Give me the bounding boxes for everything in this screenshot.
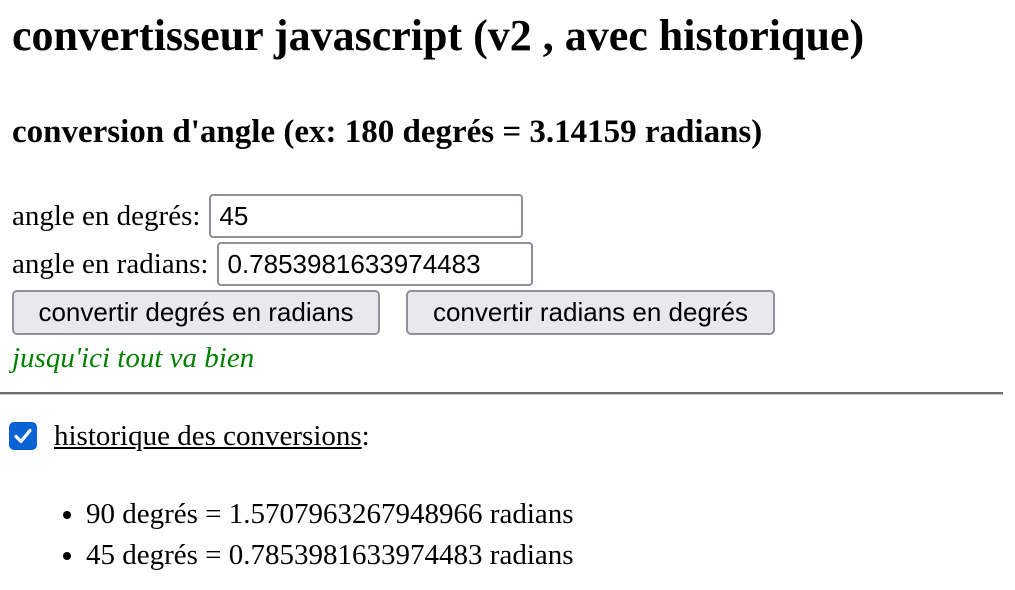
convert-deg-to-rad-button[interactable]: convertir degrés en radians: [12, 290, 380, 335]
history-list: 90 degrés = 1.5707963267948966 radians 4…: [46, 494, 574, 576]
degrees-input[interactable]: [209, 194, 524, 238]
history-item: 45 degrés = 0.7853981633974483 radians: [86, 535, 574, 576]
divider: [0, 392, 1003, 395]
history-toggle-row: historique des conversions:: [9, 418, 370, 454]
history-label-text: historique des conversions: [54, 420, 362, 452]
history-label[interactable]: historique des conversions:: [54, 418, 370, 454]
page-title: convertisseur javascript (v2 , avec hist…: [12, 11, 865, 60]
button-row: convertir degrés en radians convertir ra…: [12, 290, 775, 335]
history-checkbox[interactable]: [9, 422, 37, 450]
history-label-colon: :: [361, 420, 370, 452]
degrees-label: angle en degrés:: [12, 200, 201, 232]
history-item: 90 degrés = 1.5707963267948966 radians: [86, 494, 574, 535]
page-subtitle: conversion d'angle (ex: 180 degrés = 3.1…: [12, 114, 763, 150]
radians-input[interactable]: [217, 242, 534, 286]
status-message: jusqu'ici tout va bien: [12, 342, 255, 374]
degrees-row: angle en degrés:: [12, 194, 524, 238]
checkmark-icon: [14, 428, 32, 444]
radians-label: angle en radians:: [12, 248, 209, 280]
convert-rad-to-deg-button[interactable]: convertir radians en degrés: [406, 290, 775, 335]
radians-row: angle en radians:: [12, 242, 534, 286]
